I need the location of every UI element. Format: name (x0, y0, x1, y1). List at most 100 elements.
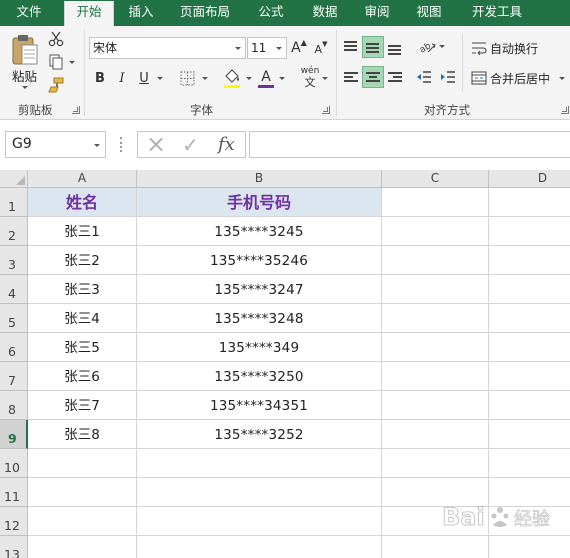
cell-a9[interactable]: 张三8 (28, 420, 137, 449)
cell-d4[interactable] (489, 275, 570, 304)
merge-center-icon[interactable] (470, 69, 488, 87)
cell-c1[interactable] (382, 188, 489, 217)
tab-page-layout[interactable]: 页面布局 (170, 0, 240, 26)
orientation-dropdown-arrow[interactable] (439, 45, 445, 48)
cut-icon[interactable] (47, 30, 65, 48)
name-box[interactable]: G9 (5, 131, 106, 158)
cell-c2[interactable] (382, 217, 489, 246)
align-right-icon[interactable] (384, 66, 406, 88)
row-header-9[interactable]: 9 (0, 420, 28, 449)
tab-formulas[interactable]: 公式 (248, 0, 294, 26)
cell-b3[interactable]: 135****35246 (137, 246, 382, 275)
row-header-3[interactable]: 3 (0, 246, 28, 275)
cell-b4[interactable]: 135****3247 (137, 275, 382, 304)
merge-center-label[interactable]: 合并后居中 (490, 70, 550, 87)
row-header-12[interactable]: 12 (0, 507, 28, 536)
font-name-combobox[interactable]: 宋体 (89, 37, 246, 59)
cell-d9[interactable] (489, 420, 570, 449)
row-header-4[interactable]: 4 (0, 275, 28, 304)
cell-b2[interactable]: 135****3245 (137, 217, 382, 246)
cell-c8[interactable] (382, 391, 489, 420)
formula-bar-grip[interactable] (120, 137, 122, 152)
cell-b9[interactable]: 135****3252 (137, 420, 382, 449)
column-header-d[interactable]: D (489, 170, 570, 188)
row-header-13[interactable]: 13 (0, 536, 28, 558)
font-launcher-icon[interactable] (322, 106, 330, 114)
tab-review[interactable]: 审阅 (354, 0, 400, 26)
chevron-down-icon[interactable] (235, 47, 241, 50)
italic-button[interactable]: I (114, 68, 130, 88)
cell-b7[interactable]: 135****3250 (137, 362, 382, 391)
merge-center-dropdown-arrow[interactable] (559, 77, 565, 80)
cell-b1-header[interactable]: 手机号码 (137, 188, 382, 217)
cell-c6[interactable] (382, 333, 489, 362)
font-size-combobox[interactable]: 11 (247, 37, 287, 59)
tab-file[interactable]: 文件 (0, 0, 58, 26)
cell-a13[interactable] (28, 536, 137, 558)
select-all-corner[interactable] (0, 170, 28, 188)
cell-a8[interactable]: 张三7 (28, 391, 137, 420)
tab-home[interactable]: 开始 (64, 1, 114, 26)
cell-c5[interactable] (382, 304, 489, 333)
cell-b6[interactable]: 135****349 (137, 333, 382, 362)
cell-c10[interactable] (382, 449, 489, 478)
tab-insert[interactable]: 插入 (118, 0, 164, 26)
cell-b8[interactable]: 135****34351 (137, 391, 382, 420)
cell-d3[interactable] (489, 246, 570, 275)
cell-b13[interactable] (137, 536, 382, 558)
cancel-icon[interactable]: × (146, 131, 166, 158)
cell-a1-header[interactable]: 姓名 (28, 188, 137, 217)
paste-icon[interactable] (8, 32, 42, 68)
fill-color-icon[interactable] (222, 66, 242, 90)
cell-c13[interactable] (382, 536, 489, 558)
cell-c9[interactable] (382, 420, 489, 449)
underline-dropdown-arrow[interactable] (157, 77, 163, 80)
cell-b11[interactable] (137, 478, 382, 507)
cell-d7[interactable] (489, 362, 570, 391)
orientation-icon[interactable]: ab (416, 36, 438, 58)
chevron-down-icon[interactable] (94, 144, 100, 147)
cell-a6[interactable]: 张三5 (28, 333, 137, 362)
row-header-11[interactable]: 11 (0, 478, 28, 507)
copy-dropdown-arrow[interactable] (69, 61, 75, 64)
paste-button-label[interactable]: 粘贴 (12, 66, 37, 85)
cell-b10[interactable] (137, 449, 382, 478)
enter-icon[interactable]: ✓ (182, 132, 199, 159)
column-header-b[interactable]: B (137, 170, 382, 188)
increase-indent-icon[interactable] (438, 67, 458, 87)
font-color-dropdown-arrow[interactable] (279, 77, 285, 80)
cell-a4[interactable]: 张三3 (28, 275, 137, 304)
align-top-icon[interactable] (340, 36, 362, 58)
borders-dropdown-arrow[interactable] (202, 77, 208, 80)
cell-a5[interactable]: 张三4 (28, 304, 137, 333)
tab-developer[interactable]: 开发工具 (462, 0, 532, 26)
format-painter-icon[interactable] (47, 76, 65, 94)
chevron-down-icon[interactable] (276, 47, 282, 50)
wrap-text-icon[interactable] (470, 39, 488, 57)
column-header-c[interactable]: C (382, 170, 489, 188)
cell-a11[interactable] (28, 478, 137, 507)
cell-a7[interactable]: 张三6 (28, 362, 137, 391)
underline-button[interactable]: U (136, 68, 152, 88)
tab-data[interactable]: 数据 (302, 0, 348, 26)
align-center-icon[interactable] (362, 66, 384, 88)
grow-font-button[interactable]: A ▲ (290, 38, 308, 58)
fill-color-dropdown-arrow[interactable] (246, 77, 252, 80)
row-header-10[interactable]: 10 (0, 449, 28, 478)
cell-d5[interactable] (489, 304, 570, 333)
cell-b12[interactable] (137, 507, 382, 536)
align-bottom-icon[interactable] (384, 36, 406, 58)
align-middle-icon[interactable] (362, 36, 384, 58)
decrease-indent-icon[interactable] (414, 67, 434, 87)
formula-input[interactable] (249, 131, 570, 158)
cell-d10[interactable] (489, 449, 570, 478)
row-header-1[interactable]: 1 (0, 188, 28, 217)
insert-function-icon[interactable]: fx (218, 132, 235, 157)
row-header-6[interactable]: 6 (0, 333, 28, 362)
row-header-8[interactable]: 8 (0, 391, 28, 420)
cell-b5[interactable]: 135****3248 (137, 304, 382, 333)
cell-d13[interactable] (489, 536, 570, 558)
alignment-launcher-icon[interactable] (561, 106, 569, 114)
cell-d6[interactable] (489, 333, 570, 362)
cell-c7[interactable] (382, 362, 489, 391)
